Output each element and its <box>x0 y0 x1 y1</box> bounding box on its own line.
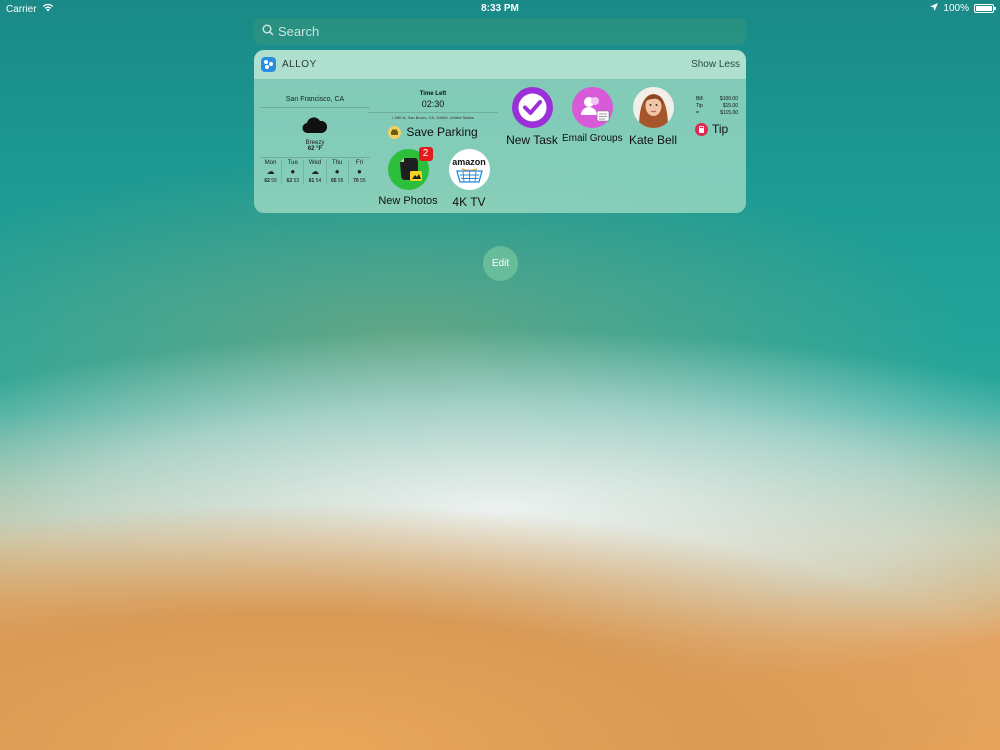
tip-amount: $15.00 <box>722 103 738 109</box>
forecast-day: Thu ● 65 55 <box>327 160 349 184</box>
new-task-button[interactable]: New Task <box>502 87 562 147</box>
contact-avatar <box>632 87 674 128</box>
bill-amount: $100.00 <box>719 96 738 102</box>
cloud-icon <box>302 116 328 134</box>
forecast-high: 61 <box>308 178 315 184</box>
tip-calculator[interactable]: Bill $100.00 Tip $15.00 = $115.00 Tip <box>695 96 746 136</box>
forecast-high: 62 <box>286 178 293 184</box>
forecast-low: 53 <box>293 178 300 184</box>
tip-button[interactable]: Tip <box>695 122 746 136</box>
show-less-button[interactable]: Show Less <box>691 59 740 70</box>
tip-button-label: Tip <box>712 122 729 136</box>
amazon-cart-icon: amazon <box>448 149 490 190</box>
forecast-day: Wed ☁ 61 54 <box>304 160 327 184</box>
weather-panel[interactable]: San Francisco, CA Breezy 62 °F Mon ☁ 62 … <box>260 94 370 204</box>
parking-panel: Time Left 02:30 I-280 N, San Bruno, CA, … <box>368 91 498 139</box>
search-placeholder: Search <box>278 24 320 39</box>
car-icon <box>388 125 402 139</box>
night-icon: ● <box>356 167 362 176</box>
clock: 8:33 PM <box>481 3 519 14</box>
widget-app-name: ALLOY <box>282 59 317 70</box>
4k-tv-button[interactable]: amazon 4K TV <box>439 149 499 209</box>
night-icon: ● <box>334 167 340 176</box>
weather-city: San Francisco, CA <box>260 96 370 108</box>
forecast-low: 54 <box>315 178 322 184</box>
new-photos-label: New Photos <box>378 195 438 207</box>
parking-address: I-280 N, San Bruno, CA, 94066, United St… <box>368 112 498 120</box>
email-groups-button[interactable]: Email Groups <box>562 87 623 144</box>
forecast-low: 55 <box>360 178 366 184</box>
kate-bell-label: Kate Bell <box>628 133 678 147</box>
alloy-app-icon <box>261 57 276 72</box>
forecast-day: Tue ● 62 53 <box>282 160 305 184</box>
location-arrow-icon <box>930 3 939 14</box>
email-groups-label: Email Groups <box>562 133 623 144</box>
kate-bell-contact-button[interactable]: Kate Bell <box>623 87 683 147</box>
widget-header: ALLOY Show Less <box>254 50 746 79</box>
notification-badge: 2 <box>418 147 433 161</box>
forecast-day: Mon ☁ 62 55 <box>260 160 283 184</box>
tip-summary: Bill $100.00 Tip $15.00 = $115.00 <box>696 96 746 117</box>
tip-label: Tip <box>696 103 703 109</box>
time-left-value: 02:30 <box>421 99 445 109</box>
save-parking-button[interactable]: Save Parking <box>368 125 498 139</box>
checkmark-icon <box>511 87 553 128</box>
cloud-icon: ☁ <box>311 167 319 176</box>
forecast-low: 55 <box>337 178 344 184</box>
total-label: = <box>696 110 699 116</box>
bill-label: Bill <box>696 96 703 102</box>
search-icon <box>262 24 274 39</box>
forecast-high: 65 <box>330 178 337 184</box>
cloud-icon: ☁ <box>266 167 275 176</box>
edit-widgets-button[interactable]: Edit <box>483 246 518 281</box>
calculator-icon <box>695 122 708 136</box>
alloy-widget: ALLOY Show Less San Francisco, CA Breezy… <box>254 50 746 213</box>
new-task-label: New Task <box>506 133 558 147</box>
save-parking-label: Save Parking <box>406 125 478 139</box>
evernote-icon: 2 <box>387 147 433 190</box>
forecast-low: 55 <box>271 178 277 184</box>
weather-forecast: Mon ☁ 62 55 Tue ● 62 53 Wed ☁ 61 54 Thu … <box>260 157 370 184</box>
new-photos-button[interactable]: 2 New Photos <box>378 147 438 207</box>
total-amount: $115.00 <box>720 110 738 116</box>
search-bar[interactable]: Search <box>254 18 746 45</box>
status-bar: Carrier 8:33 PM 100% <box>0 0 1000 16</box>
battery-percent: 100% <box>943 3 969 14</box>
battery-icon <box>974 4 996 13</box>
forecast-high: 70 <box>353 178 359 184</box>
group-icon <box>571 87 613 128</box>
weather-temperature: 62 °F <box>307 146 323 152</box>
night-icon: ● <box>290 167 296 176</box>
4k-tv-label: 4K TV <box>452 195 486 209</box>
time-left-label: Time Left <box>419 91 447 97</box>
forecast-day: Fri ● 70 55 <box>349 160 370 184</box>
forecast-high: 62 <box>264 178 270 184</box>
